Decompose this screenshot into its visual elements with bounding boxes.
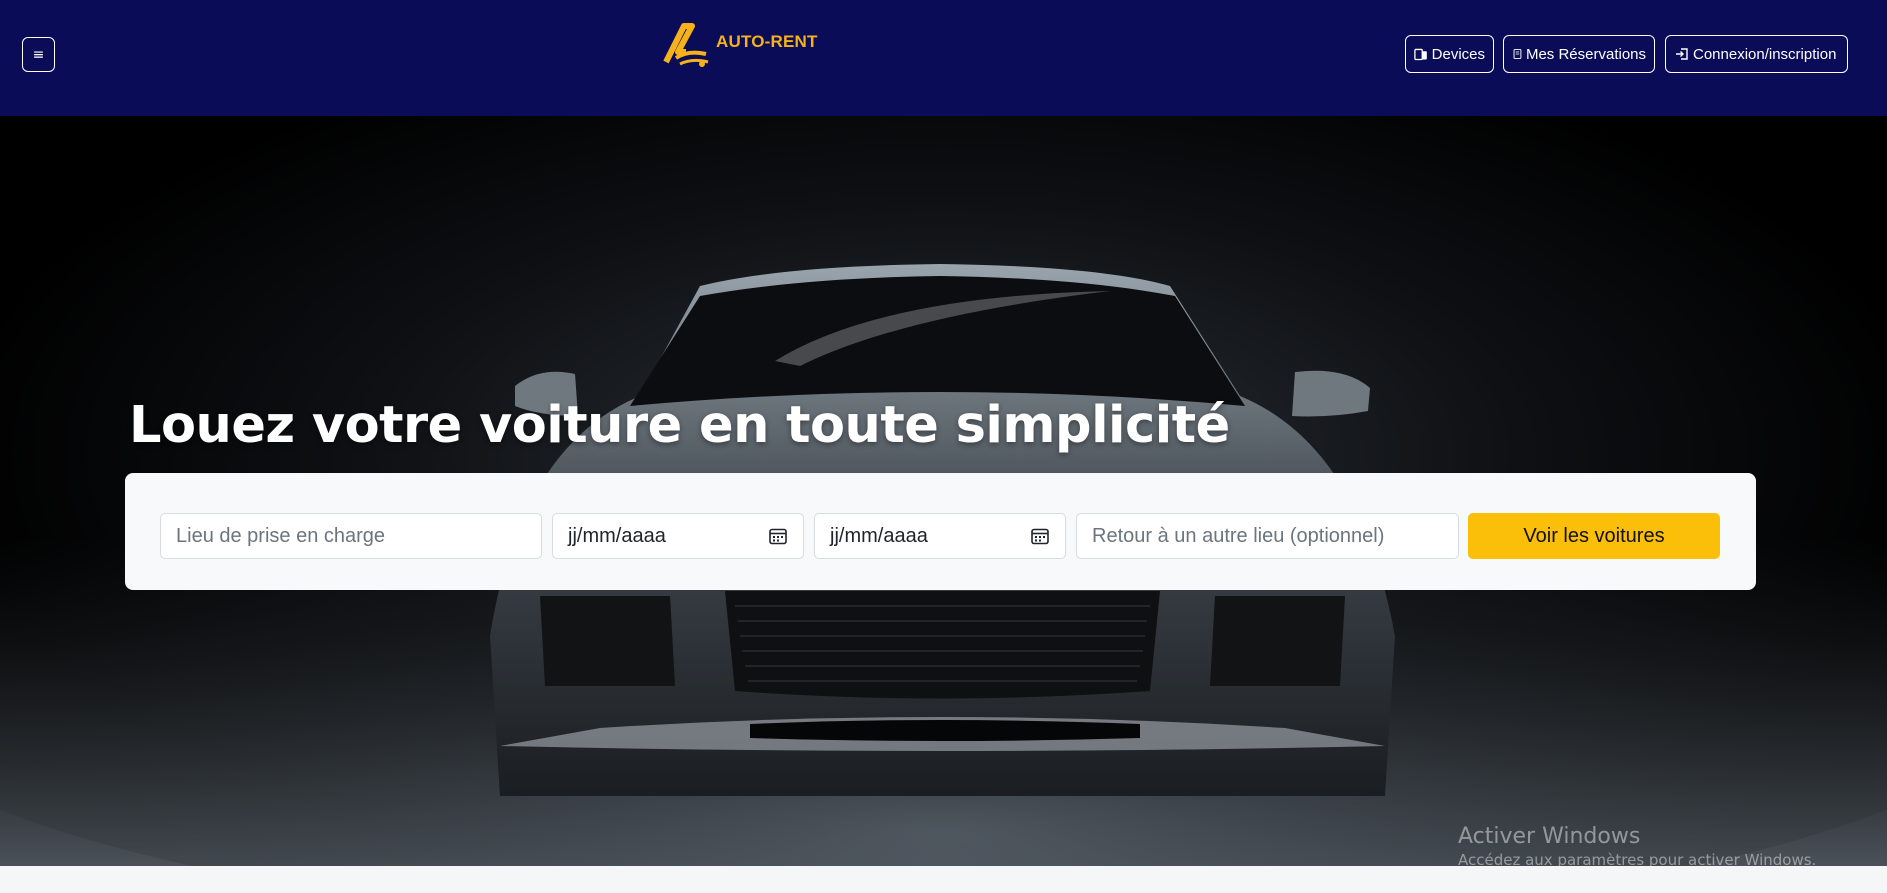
menu-toggle-button[interactable]: ≡ bbox=[22, 37, 55, 72]
brand[interactable]: AUTO-RENT bbox=[662, 22, 818, 70]
return-placeholder: Retour à un autre lieu (optionnel) bbox=[1092, 524, 1385, 547]
search-panel: Lieu de prise en charge jj/mm/aaaa jj/mm… bbox=[125, 473, 1756, 590]
calendar-icon[interactable] bbox=[768, 526, 788, 546]
devices-label: Devices bbox=[1431, 45, 1485, 63]
devices-button[interactable]: Devices bbox=[1405, 35, 1494, 73]
login-label: Connexion/inscription bbox=[1693, 45, 1837, 63]
pickup-placeholder: Lieu de prise en charge bbox=[176, 524, 386, 547]
pickup-date-value: jj/mm/aaaa bbox=[568, 524, 666, 547]
see-cars-button[interactable]: Voir les voitures bbox=[1468, 513, 1720, 559]
brand-name: AUTO-RENT bbox=[716, 32, 818, 51]
return-date-input[interactable]: jj/mm/aaaa bbox=[814, 513, 1066, 559]
hero-section: Louez votre voiture en toute simplicité … bbox=[0, 116, 1887, 866]
hamburger-icon: ≡ bbox=[32, 46, 45, 63]
reservations-button[interactable]: Mes Réservations bbox=[1503, 35, 1655, 73]
pickup-date-input[interactable]: jj/mm/aaaa bbox=[552, 513, 804, 559]
sign-in-icon bbox=[1676, 48, 1688, 60]
reservations-label: Mes Réservations bbox=[1525, 45, 1646, 63]
return-date-value: jj/mm/aaaa bbox=[830, 524, 928, 547]
brand-logo-icon bbox=[663, 23, 709, 67]
login-button[interactable]: Connexion/inscription bbox=[1665, 35, 1848, 73]
journal-icon bbox=[1513, 49, 1522, 59]
hero-title: Louez votre voiture en toute simplicité bbox=[129, 396, 1230, 455]
navbar: ≡ AUTO-RENT Devices Mes Réservations Con… bbox=[0, 0, 1887, 116]
return-location-input[interactable]: Retour à un autre lieu (optionnel) bbox=[1076, 513, 1459, 559]
devices-icon bbox=[1414, 48, 1427, 61]
pickup-location-input[interactable]: Lieu de prise en charge bbox=[160, 513, 542, 559]
calendar-icon[interactable] bbox=[1030, 526, 1050, 546]
